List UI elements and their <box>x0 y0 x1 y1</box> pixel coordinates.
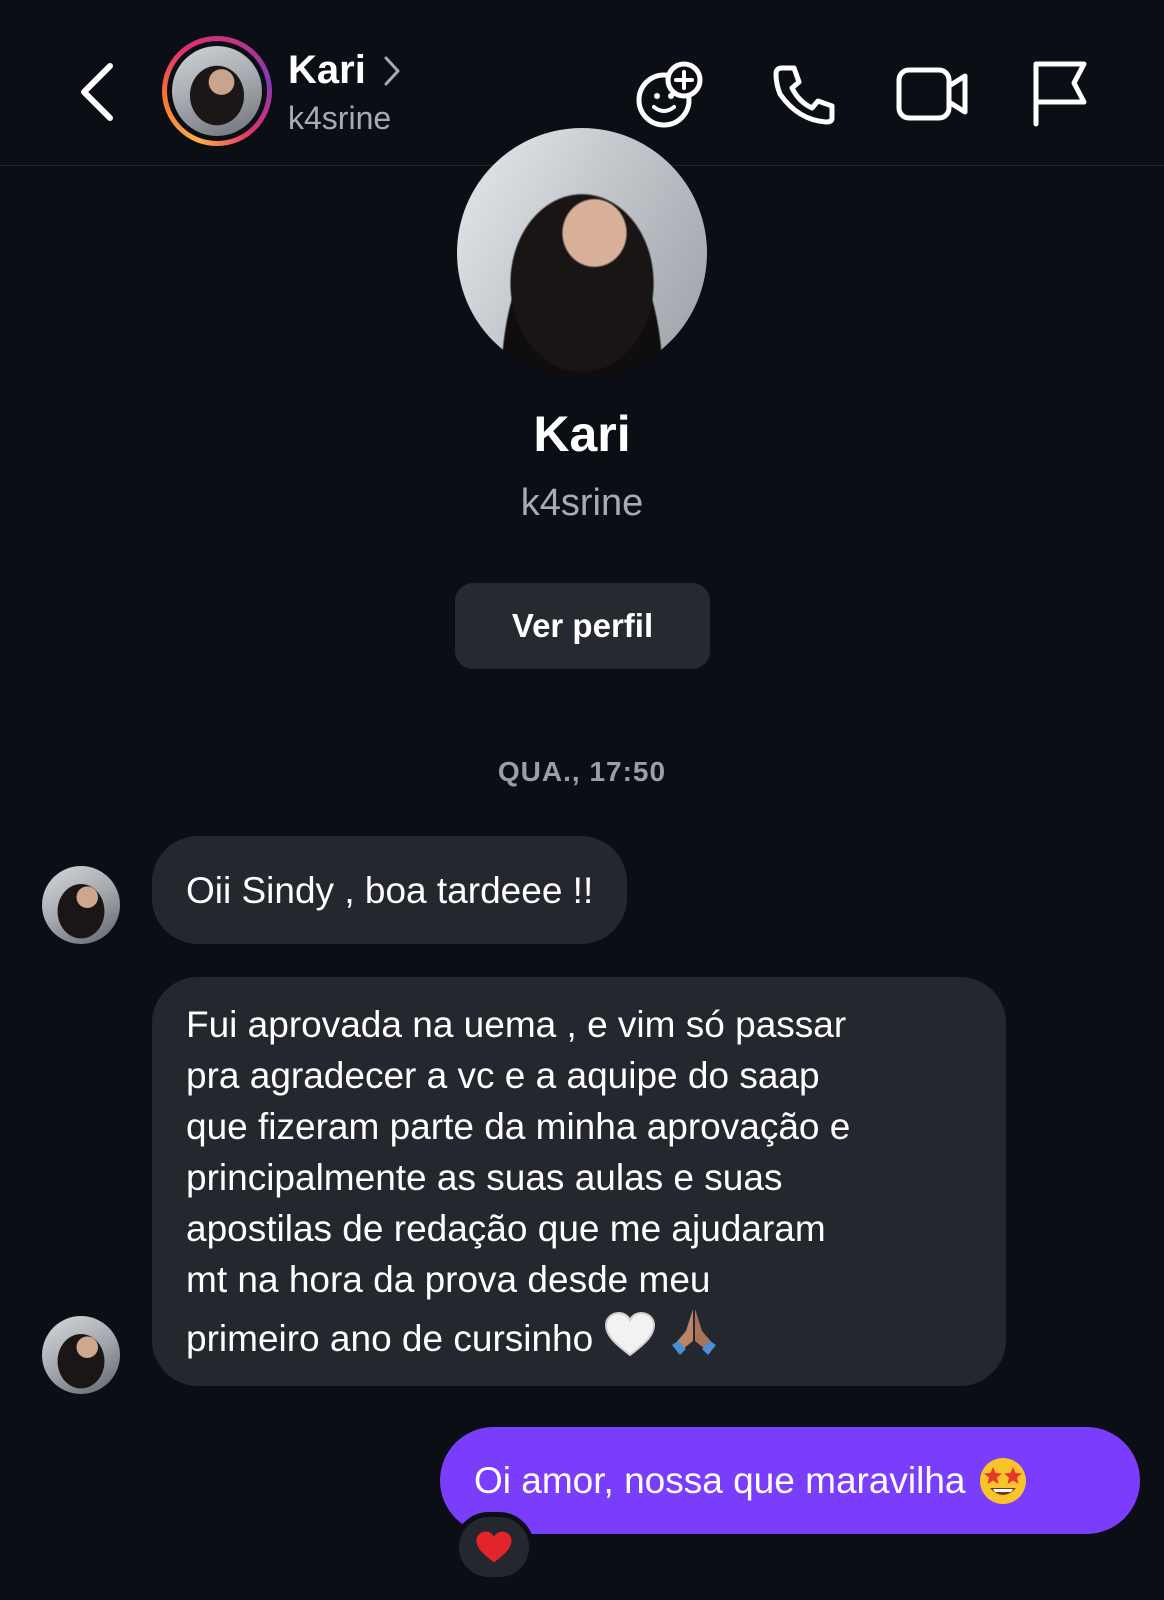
add-effect-icon <box>636 61 703 128</box>
video-call-button[interactable] <box>896 58 968 130</box>
incoming-message[interactable]: Oii Sindy , boa tardeee !! <box>152 836 628 944</box>
video-camera-icon <box>896 67 968 121</box>
contact-name-link[interactable]: Kari <box>288 48 402 93</box>
message-line: mt na hora da prova desde meu <box>186 1259 711 1300</box>
avatar-border <box>167 41 267 141</box>
outgoing-message[interactable]: Oi amor, nossa que maravilha <box>440 1427 1140 1534</box>
header-avatar[interactable] <box>162 36 272 146</box>
profile-photo[interactable] <box>457 128 707 378</box>
message-line: Fui aprovada na uema , e vim só passar <box>186 1004 847 1045</box>
phone-icon <box>773 65 835 125</box>
report-button[interactable] <box>1030 58 1102 130</box>
white-heart-icon <box>604 1311 655 1357</box>
message-text: Oii Sindy , boa tardeee !! <box>186 869 594 911</box>
message-line: primeiro ano de cursinho <box>186 1318 594 1359</box>
contact-username: k4srine <box>288 100 392 136</box>
message-reaction[interactable] <box>454 1512 534 1582</box>
chevron-right-icon <box>384 56 400 85</box>
contact-name: Kari <box>288 48 366 92</box>
sender-avatar[interactable] <box>42 1316 120 1394</box>
effects-button[interactable] <box>634 58 706 130</box>
message-line: apostilas de redação que me ajudaram <box>186 1208 826 1249</box>
back-button[interactable] <box>70 58 126 126</box>
star-struck-icon <box>979 1457 1026 1504</box>
message-line: que fizeram parte da minha aprovação e <box>186 1106 851 1147</box>
message-timestamp: QUA., 17:50 <box>497 756 667 787</box>
flag-icon <box>1033 61 1087 127</box>
chevron-left-icon <box>81 63 113 121</box>
message-text: Oi amor, nossa que maravilha <box>474 1459 966 1501</box>
profile-name: Kari <box>533 406 631 462</box>
folded-hands-icon <box>671 1309 716 1355</box>
voice-call-button[interactable] <box>768 58 840 130</box>
view-profile-button[interactable]: Ver perfil <box>455 583 710 669</box>
profile-username: k4srine <box>520 482 644 524</box>
sender-avatar[interactable] <box>42 866 120 944</box>
avatar-image <box>172 46 262 136</box>
red-heart-icon <box>476 1531 512 1563</box>
incoming-message[interactable]: Fui aprovada na uema , e vim só passar p… <box>152 977 1006 1386</box>
message-line: principalmente as suas aulas e suas <box>186 1157 783 1198</box>
message-line: pra agradecer a vc e a aquipe do saap <box>186 1055 820 1096</box>
message-line-last: primeiro ano de cursinho <box>186 1305 972 1364</box>
